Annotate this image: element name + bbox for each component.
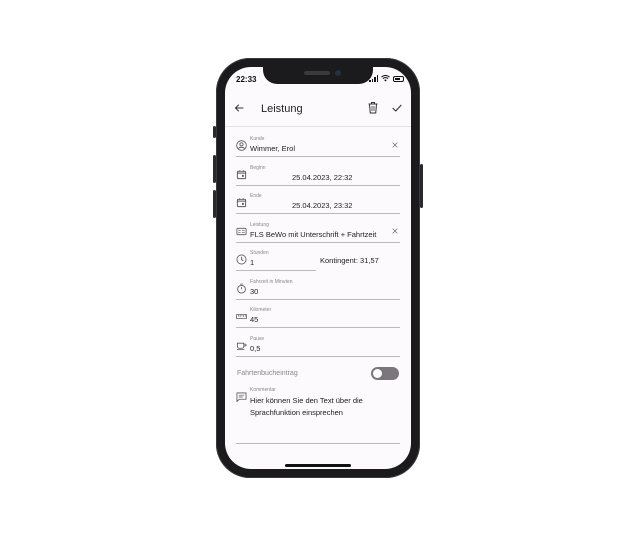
- signal-icon: [369, 75, 378, 82]
- logbook-toggle-label: Fahrtenbucheintrag: [237, 370, 298, 377]
- clear-customer-icon[interactable]: [391, 141, 399, 149]
- id-card-icon: [236, 227, 247, 236]
- home-indicator: [285, 464, 351, 467]
- travel-time-underline: [236, 299, 400, 300]
- wifi-icon: [381, 75, 390, 82]
- ruler-icon: [236, 314, 247, 319]
- kilometer-value: 45: [250, 315, 259, 324]
- comment-underline: [236, 443, 400, 444]
- speaker: [304, 71, 330, 75]
- service-value: FLS BeWo mit Unterschrift + Fahrtzeit: [250, 230, 377, 239]
- clear-service-icon[interactable]: [391, 227, 399, 235]
- clock-icon: [236, 254, 247, 265]
- status-icons: [369, 75, 404, 82]
- travel-time-label: Fahrzeit in Minuten: [250, 279, 293, 285]
- travel-time-field[interactable]: Fahrzeit in Minuten 30: [236, 277, 400, 300]
- hours-value: 1: [250, 258, 255, 267]
- phone-volume-up: [213, 155, 216, 183]
- battery-icon: [393, 75, 404, 82]
- toggle-knob: [373, 369, 382, 378]
- pause-value: 0,5: [250, 344, 261, 353]
- person-icon: [236, 140, 247, 151]
- comment-icon: [236, 392, 247, 402]
- comment-input[interactable]: Hier können Sie den Text über die Sprach…: [250, 395, 400, 419]
- calendar-icon: [236, 198, 247, 208]
- customer-value: Wimmer, Erol: [250, 144, 295, 153]
- pause-field[interactable]: Pause 0,5: [236, 334, 400, 357]
- save-check-icon[interactable]: [391, 102, 403, 114]
- start-value: 25.04.2023, 22:32: [292, 173, 353, 182]
- start-field[interactable]: Beginn 25.04.2023, 22:32: [236, 163, 400, 186]
- start-underline: [236, 185, 400, 186]
- logbook-toggle[interactable]: [371, 367, 399, 380]
- customer-field[interactable]: Kunde Wimmer, Erol: [236, 134, 400, 157]
- end-field[interactable]: Ende 25.04.2023, 23:32: [236, 191, 400, 214]
- travel-time-value: 30: [250, 287, 259, 296]
- hours-underline: [236, 270, 316, 271]
- comment-label: Kommentar: [250, 387, 276, 393]
- end-label: Ende: [250, 193, 262, 199]
- end-underline: [236, 213, 400, 214]
- kilometer-field[interactable]: Kilometer 45: [236, 305, 400, 328]
- service-label: Leistung: [250, 222, 269, 228]
- service-field[interactable]: Leistung FLS BeWo mit Unterschrift + Fah…: [236, 220, 400, 243]
- page-title: Leistung: [261, 103, 303, 115]
- back-arrow-icon[interactable]: [233, 102, 245, 114]
- start-label: Beginn: [250, 165, 266, 171]
- status-time: 22:33: [236, 75, 257, 84]
- phone-side-button: [213, 126, 216, 138]
- kontingent-value: Kontingent: 31,57: [320, 256, 379, 265]
- customer-underline: [236, 156, 400, 157]
- service-underline: [236, 242, 400, 243]
- kilometer-label: Kilometer: [250, 307, 272, 313]
- pause-underline: [236, 356, 400, 357]
- delete-trash-icon[interactable]: [367, 101, 379, 114]
- end-value: 25.04.2023, 23:32: [292, 201, 353, 210]
- timer-icon: [237, 283, 246, 294]
- camera: [335, 70, 341, 76]
- hours-label: Stunden: [250, 250, 269, 256]
- coffee-cup-icon: [236, 342, 247, 351]
- customer-label: Kunde: [250, 136, 265, 142]
- kilometer-underline: [236, 327, 400, 328]
- phone-power-button: [420, 164, 423, 208]
- calendar-icon: [236, 170, 247, 180]
- pause-label: Pause: [250, 336, 265, 342]
- appbar-divider: [225, 126, 411, 127]
- phone-volume-down: [213, 190, 216, 218]
